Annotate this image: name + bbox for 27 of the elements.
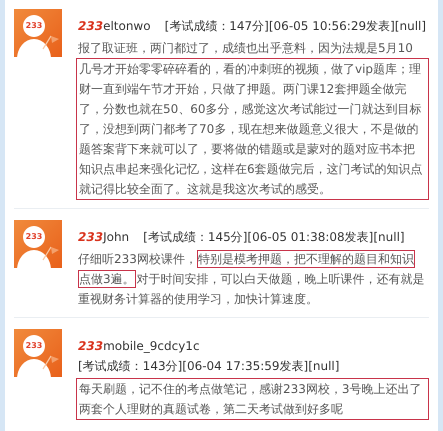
avatar[interactable]: 233 <box>14 9 62 57</box>
comment-text: 就记得比较全面了。这就是我这次考试的感受。 <box>79 182 331 196</box>
comment-text: 了，分数也就在50、60多分，感觉这次考试能过一门就达到目标 <box>79 102 422 116</box>
comment-text: 报了取证班，两门都过了，成绩也出乎意料，因为法规是5月10 <box>78 41 413 55</box>
username[interactable]: 233eltonwo <box>78 16 151 36</box>
comment-text: 两套个人理财的真题试卷，第二天考试做到好多呢 <box>79 402 343 416</box>
comment-text: 知识点串起来强化记忆，这样在6套题做完后，这门考试的知识点 <box>79 162 423 176</box>
username[interactable]: 233mobile_9cdcy1c <box>78 336 429 356</box>
comment-text: 几号才开始零零碎碎看的，看的冲刺班的视频，做了vip题库；理 <box>79 62 422 76</box>
avatar-logo-text: 233 <box>24 341 44 351</box>
post-meta: [考试成绩：143分][06-04 17:35:59发表][null] <box>78 358 340 375</box>
comment-text: 对于时间安排，可以白天做题，晚上听课件，还有就是 <box>136 272 425 286</box>
avatar[interactable]: 233 <box>14 329 62 377</box>
comment-text: 仔细听233网校课件， <box>78 252 197 266</box>
comment-text: 了，没想到两门都考了70多，现在想来做题意义很大，不是做的 <box>79 122 418 136</box>
highlighted-text: 点做3遍。 <box>78 270 136 288</box>
comment-text: 财一直到端午节才开始，只做了押题。两门课12套押题全做完 <box>79 82 406 96</box>
avatar-logo-text: 233 <box>24 232 44 242</box>
avatar-logo-text: 233 <box>24 21 44 31</box>
highlighted-text: 特别是模考押题，把不理解的题目和知识 <box>196 250 415 268</box>
avatar[interactable]: 233 <box>14 220 62 268</box>
comment-text: 每天刷题，记不住的考点做笔记，感谢233网校，3号晚上还出了 <box>79 382 422 396</box>
username[interactable]: 233John <box>78 227 130 247</box>
post-meta: [考试成绩：147分][06-05 10:56:29发表][null] <box>164 18 426 35</box>
comment-text: 题答案背下来就可以了，要将做的错题或是蒙对的题对应书本把 <box>79 142 415 156</box>
comment-text: 重视财务计算器的使用学习，加快计算速度。 <box>78 292 318 306</box>
post-meta: [考试成绩：145分][06-05 01:38:08发表][null] <box>143 229 405 246</box>
